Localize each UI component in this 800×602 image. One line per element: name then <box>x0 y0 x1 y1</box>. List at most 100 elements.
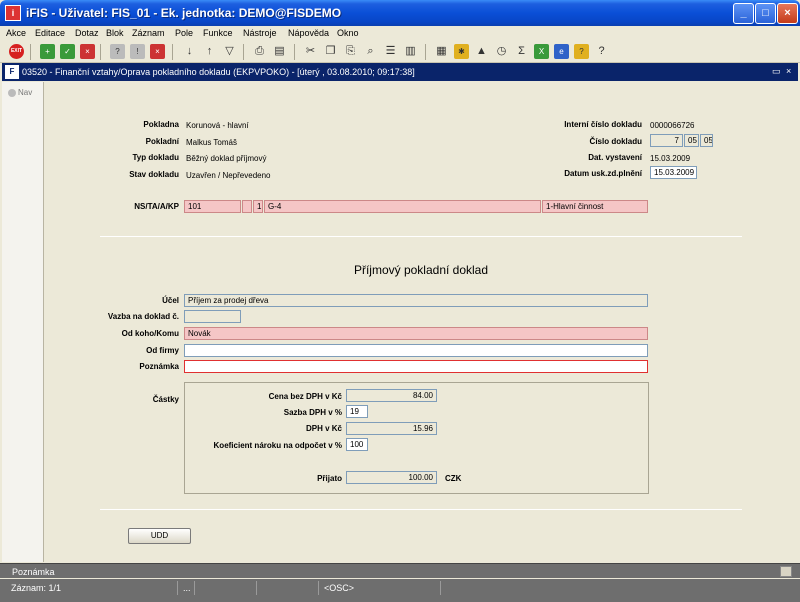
ns-ta-a-kp-label: NS/TA/A/KP <box>134 202 179 211</box>
nav-icon[interactable] <box>8 89 16 97</box>
datum-usk-field[interactable]: 15.03.2009 <box>650 166 697 179</box>
od-koho-field[interactable]: Novák <box>184 327 648 340</box>
cislo-dokladu-label: Číslo dokladu <box>589 137 642 146</box>
status-empty <box>259 581 319 595</box>
toolbar: EXIT + ✓ × ? ! × ↓ ↑ ▽ ⎙ ▤ ✂ ❐ ⎘ ⌕ ☰ ▥ ▦… <box>0 41 800 63</box>
menu-editace[interactable]: Editace <box>35 28 65 38</box>
cislo-dokladu-part2[interactable]: 05 <box>684 134 699 147</box>
list-icon[interactable]: ☰ <box>383 44 398 59</box>
sazba-dph-label: Sazba DPH v % <box>283 408 342 417</box>
menu-dotaz[interactable]: Dotaz <box>75 28 99 38</box>
menu-funkce[interactable]: Funkce <box>203 28 233 38</box>
dph-field[interactable]: 15.96 <box>346 422 437 435</box>
excel-icon[interactable]: X <box>534 44 549 59</box>
form-restore-button[interactable]: ▭ <box>772 66 781 77</box>
koeficient-label: Koeficient nároku na odpočet v % <box>213 441 342 450</box>
datum-vystaveni-value: 15.03.2009 <box>650 154 691 163</box>
columns-icon[interactable]: ▥ <box>403 44 418 59</box>
cislo-dokladu-part3[interactable]: 05 <box>700 134 713 147</box>
interni-cislo-label: Interní číslo dokladu <box>564 120 642 129</box>
menu-okno[interactable]: Okno <box>337 28 359 38</box>
cut-icon[interactable]: ✂ <box>303 44 318 59</box>
ucel-label: Účel <box>162 296 179 305</box>
sort-asc-icon[interactable]: ↓ <box>182 44 197 59</box>
sazba-dph-field[interactable]: 19 <box>346 405 368 418</box>
koeficient-field[interactable]: 100 <box>346 438 368 451</box>
cena-bez-dph-label: Cena bez DPH v Kč <box>268 392 342 401</box>
cinnost-field[interactable]: 1-Hlavní činnost <box>542 200 648 213</box>
udd-button[interactable]: UDD <box>128 528 191 544</box>
form-window-title: 03520 - Finanční vztahy/Oprava pokladníh… <box>22 67 415 77</box>
app-icon: i <box>5 5 21 21</box>
menu-nastroje[interactable]: Nástroje <box>243 28 277 38</box>
datum-usk-label: Datum usk.zd.plnění <box>564 169 642 178</box>
toolbar-separator <box>294 44 295 60</box>
prijato-field[interactable]: 100.00 <box>346 471 437 484</box>
record-status: Záznam: 1/1 <box>8 581 178 595</box>
new-record-icon[interactable]: + <box>40 44 55 59</box>
calculator-icon[interactable]: ▦ <box>434 44 449 59</box>
stav-dokladu-label: Stav dokladu <box>129 170 179 179</box>
vazba-field[interactable] <box>184 310 241 323</box>
toolbar-separator <box>30 44 31 60</box>
od-firmy-field[interactable] <box>184 344 648 357</box>
toolbar-separator <box>172 44 173 60</box>
web-icon[interactable]: e <box>554 44 569 59</box>
poznamka-label: Poznámka <box>139 362 179 371</box>
print-icon[interactable]: ⎙ <box>252 44 267 59</box>
help-icon[interactable]: ? <box>594 44 609 59</box>
settings-icon[interactable]: ✱ <box>454 44 469 59</box>
pokladni-label: Pokladní <box>145 137 179 146</box>
help-context-icon[interactable]: ? <box>574 44 589 59</box>
exit-icon[interactable]: EXIT <box>9 44 24 59</box>
menu-napoveda[interactable]: Nápověda <box>288 28 329 38</box>
stav-dokladu-value: Uzavřen / Nepřevedeno <box>186 171 271 180</box>
query-cancel-icon[interactable]: × <box>150 44 165 59</box>
divider <box>100 236 742 237</box>
kp-field[interactable]: G-4 <box>264 200 541 213</box>
close-button[interactable]: × <box>777 3 798 24</box>
dph-label: DPH v Kč <box>305 424 342 433</box>
copy-icon[interactable]: ❐ <box>323 44 338 59</box>
query-enter-icon[interactable]: ? <box>110 44 125 59</box>
interni-cislo-value: 0000066726 <box>650 121 695 130</box>
toolbar-separator <box>100 44 101 60</box>
pokladni-value: Malkus Tomáš <box>186 138 237 147</box>
find-icon[interactable]: ⌕ <box>363 44 378 59</box>
form-window-titlebar: F 03520 - Finanční vztahy/Oprava pokladn… <box>2 63 798 81</box>
maximize-button[interactable]: □ <box>755 3 776 24</box>
form-close-button[interactable]: × <box>786 66 791 76</box>
paste-icon[interactable]: ⎘ <box>343 44 358 59</box>
cena-bez-dph-field[interactable]: 84.00 <box>346 389 437 402</box>
minimize-button[interactable]: _ <box>733 3 754 24</box>
toolbar-separator <box>425 44 426 60</box>
menu-pole[interactable]: Pole <box>175 28 193 38</box>
a-field[interactable]: 1 <box>253 200 263 213</box>
save-icon[interactable]: ✓ <box>60 44 75 59</box>
ucel-field[interactable]: Příjem za prodej dřeva <box>184 294 648 307</box>
pokladna-value: Korunová - hlavní <box>186 121 249 130</box>
window-titlebar: i iFIS - Uživatel: FIS_01 - Ek. jednotka… <box>0 0 800 26</box>
clock-icon[interactable]: ◷ <box>494 44 509 59</box>
status-bar: Záznam: 1/1 ... <OSC> <box>0 579 800 602</box>
note-bar: Poznámka <box>0 563 800 578</box>
query-execute-icon[interactable]: ! <box>130 44 145 59</box>
preview-icon[interactable]: ▤ <box>272 44 287 59</box>
osc-status: <OSC> <box>321 581 441 595</box>
delete-record-icon[interactable]: × <box>80 44 95 59</box>
sort-desc-icon[interactable]: ↑ <box>202 44 217 59</box>
menu-zaznam[interactable]: Záznam <box>132 28 165 38</box>
prijato-label: Přijato <box>317 474 342 483</box>
filter-icon[interactable]: ▽ <box>222 44 237 59</box>
poznamka-field[interactable] <box>184 360 648 373</box>
ta-field[interactable] <box>242 200 252 213</box>
chart-icon[interactable]: ▲ <box>474 44 489 59</box>
ns-field[interactable]: 101 <box>184 200 241 213</box>
menu-akce[interactable]: Akce <box>6 28 26 38</box>
sum-icon[interactable]: Σ <box>514 44 529 59</box>
cislo-dokladu-part1[interactable]: 7 <box>650 134 683 147</box>
menu-bar: Akce Editace Dotaz Blok Záznam Pole Funk… <box>0 26 800 41</box>
nav-label[interactable]: Nav <box>18 88 32 97</box>
menu-blok[interactable]: Blok <box>106 28 124 38</box>
note-scrollbar[interactable] <box>780 566 792 577</box>
